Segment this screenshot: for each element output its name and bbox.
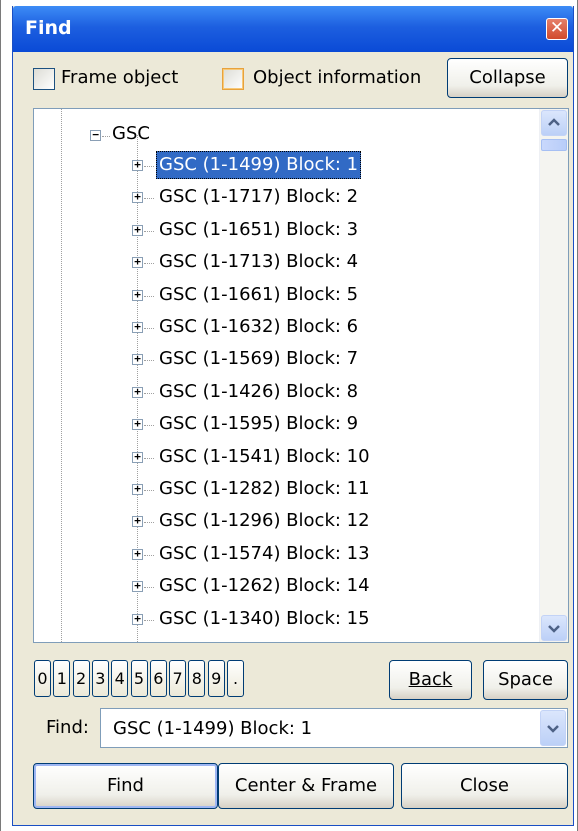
tree-item-label: GSC (1-1499) Block: 1 bbox=[156, 151, 362, 179]
tree-item-label: GSC (1-1651) Block: 3 bbox=[159, 218, 359, 240]
collapse-button[interactable]: Collapse bbox=[447, 58, 568, 98]
tree-item-label: GSC (1-1661) Block: 5 bbox=[159, 283, 359, 305]
tree-connector bbox=[144, 166, 154, 167]
find-field-label: Find: bbox=[46, 717, 89, 738]
digit-button[interactable]: 4 bbox=[111, 660, 129, 697]
tree-item-label: GSC (1-1296) Block: 12 bbox=[159, 510, 370, 532]
tree-connector bbox=[144, 295, 154, 297]
dropdown-button[interactable] bbox=[540, 710, 566, 746]
tree-connector bbox=[144, 425, 154, 427]
back-button[interactable]: Back bbox=[389, 660, 472, 700]
expand-icon[interactable]: + bbox=[132, 418, 143, 431]
tree-item-label: GSC (1-1422) Block: 16 bbox=[156, 637, 373, 642]
tree-item-label: GSC (1-1574) Block: 13 bbox=[159, 542, 370, 564]
chevron-down-icon bbox=[548, 625, 560, 633]
tree-item-label: GSC (1-1632) Block: 6 bbox=[159, 316, 359, 337]
tree-connector bbox=[144, 457, 154, 459]
close-icon[interactable]: ✕ bbox=[546, 18, 568, 40]
tree-view[interactable]: − GSC + GSC (1-1499) Block: 1 + GSC (1-1717… bbox=[33, 108, 569, 643]
tree-connector bbox=[144, 554, 154, 556]
find-button-label: Find bbox=[107, 775, 144, 796]
tree-item-label: GSC (1-1713) Block: 4 bbox=[159, 251, 359, 273]
expand-icon[interactable]: + bbox=[132, 548, 143, 560]
tree-connector bbox=[144, 490, 154, 491]
tree-connector bbox=[144, 263, 154, 265]
close-button-label: Close bbox=[459, 775, 510, 796]
expand-icon[interactable]: + bbox=[132, 515, 143, 528]
expand-icon[interactable]: + bbox=[132, 191, 143, 204]
object-information-label[interactable]: Object information bbox=[253, 67, 421, 88]
digit-button[interactable]: 2 bbox=[72, 660, 90, 697]
tree-root-label: GSC bbox=[112, 123, 150, 144]
window-title: Find bbox=[25, 17, 72, 39]
expand-icon[interactable]: + bbox=[132, 289, 143, 301]
digit-button[interactable]: . bbox=[227, 660, 244, 697]
tree-connector bbox=[102, 136, 110, 137]
expand-icon[interactable]: + bbox=[132, 353, 143, 366]
chevron-up-icon bbox=[548, 118, 560, 126]
tree-item-label: GSC (1-1717) Block: 2 bbox=[159, 186, 359, 208]
expand-icon[interactable]: + bbox=[132, 321, 143, 333]
find-field-value[interactable]: GSC (1-1499) Block: 1 bbox=[113, 718, 312, 739]
digit-button[interactable]: 5 bbox=[130, 660, 148, 697]
digit-button[interactable]: 9 bbox=[207, 660, 225, 697]
tree-guide-line bbox=[61, 109, 62, 642]
tree-item-label: GSC (1-1541) Block: 10 bbox=[159, 445, 370, 467]
find-button[interactable]: Find bbox=[33, 763, 218, 809]
tree-connector bbox=[144, 619, 154, 621]
collapse-icon[interactable]: − bbox=[90, 129, 101, 141]
object-information-checkbox[interactable] bbox=[222, 68, 244, 90]
expand-icon[interactable]: + bbox=[132, 386, 143, 398]
space-button-label: Space bbox=[498, 669, 553, 690]
expand-icon[interactable]: + bbox=[132, 224, 143, 236]
expand-icon[interactable]: + bbox=[132, 483, 143, 495]
center-frame-button[interactable]: Center & Frame bbox=[218, 763, 394, 809]
scroll-down-button[interactable] bbox=[541, 615, 567, 641]
space-button[interactable]: Space bbox=[483, 660, 568, 700]
tree-connector bbox=[144, 360, 154, 362]
tree-connector bbox=[144, 522, 154, 524]
tree-item-label: GSC (1-1426) Block: 8 bbox=[159, 380, 359, 402]
digit-button[interactable]: 6 bbox=[149, 660, 167, 697]
center-frame-button-label: Center & Frame bbox=[234, 775, 378, 796]
close-button[interactable]: Close bbox=[401, 763, 568, 809]
digit-button[interactable]: 8 bbox=[188, 660, 206, 697]
scroll-up-button[interactable] bbox=[541, 110, 567, 136]
title-bar[interactable]: Find ✕ bbox=[13, 6, 573, 52]
scroll-thumb[interactable] bbox=[541, 139, 567, 151]
frame-object-label[interactable]: Frame object bbox=[61, 67, 178, 88]
tree-connector bbox=[144, 392, 154, 394]
find-dialog: Find ✕ Frame object Object information C… bbox=[12, 6, 574, 826]
vertical-scrollbar[interactable] bbox=[539, 109, 568, 642]
tree-connector bbox=[144, 230, 154, 232]
tree-item-label: GSC (1-1262) Block: 14 bbox=[159, 575, 370, 597]
expand-icon[interactable]: + bbox=[132, 159, 143, 171]
chevron-down-icon bbox=[547, 725, 559, 733]
expand-icon[interactable]: + bbox=[132, 580, 143, 593]
tree-connector bbox=[144, 587, 154, 589]
tree-item-label: GSC (1-1595) Block: 9 bbox=[159, 413, 359, 435]
find-combobox[interactable]: GSC (1-1499) Block: 1 bbox=[100, 708, 568, 748]
tree-connector bbox=[144, 328, 154, 329]
back-button-label: Back bbox=[408, 669, 453, 690]
expand-icon[interactable]: + bbox=[132, 613, 143, 625]
tree-item-label: GSC (1-1282) Block: 11 bbox=[159, 478, 370, 499]
digit-button[interactable]: 7 bbox=[169, 660, 187, 697]
tree-connector bbox=[144, 198, 154, 200]
tree-item-label: GSC (1-1569) Block: 7 bbox=[159, 348, 359, 370]
expand-icon[interactable]: + bbox=[132, 256, 143, 269]
digit-button[interactable]: 1 bbox=[53, 660, 71, 697]
digit-button[interactable]: 3 bbox=[91, 660, 109, 697]
expand-icon[interactable]: + bbox=[132, 451, 143, 463]
digit-button[interactable]: 0 bbox=[34, 660, 51, 697]
tree-item-label: GSC (1-1340) Block: 15 bbox=[159, 607, 370, 629]
frame-object-checkbox[interactable] bbox=[33, 68, 55, 90]
